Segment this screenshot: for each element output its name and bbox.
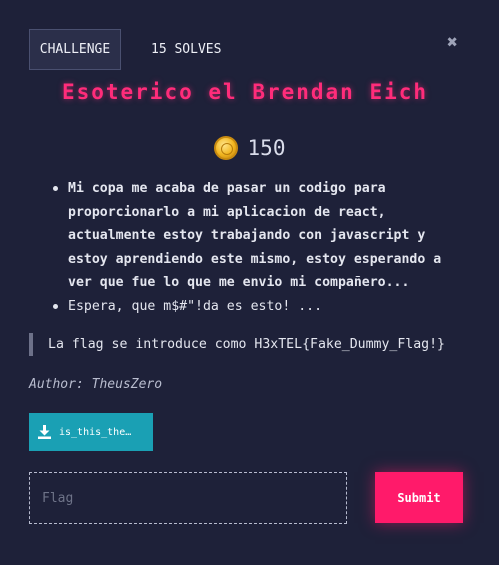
close-icon[interactable]: ✖ bbox=[447, 33, 458, 53]
tab-solves[interactable]: 15 SOLVES bbox=[151, 42, 221, 57]
submit-button[interactable]: Submit bbox=[375, 472, 463, 523]
flag-input[interactable] bbox=[29, 472, 347, 524]
download-icon bbox=[38, 425, 51, 439]
tab-challenge[interactable]: CHALLENGE bbox=[29, 29, 121, 70]
coin-icon bbox=[213, 136, 238, 160]
description-item: Mi copa me acaba de pasar un codigo para… bbox=[48, 177, 468, 295]
download-file-name: is_this_the… bbox=[59, 426, 132, 438]
points-value: 150 bbox=[247, 136, 286, 160]
download-file-button[interactable]: is_this_the… bbox=[29, 413, 153, 451]
author-label: Author: TheusZero bbox=[29, 377, 163, 392]
challenge-title: Esoterico el Brendan Eich bbox=[61, 80, 429, 104]
challenge-description: Mi copa me acaba de pasar un codigo para… bbox=[48, 177, 468, 318]
description-item: Espera, que m$#"!da es esto! ... bbox=[48, 295, 468, 319]
flag-format-quote: La flag se introduce como H3xTEL{Fake_Du… bbox=[29, 333, 469, 356]
challenge-tabs: CHALLENGE 15 SOLVES bbox=[29, 29, 221, 70]
challenge-points: 150 bbox=[0, 136, 499, 160]
